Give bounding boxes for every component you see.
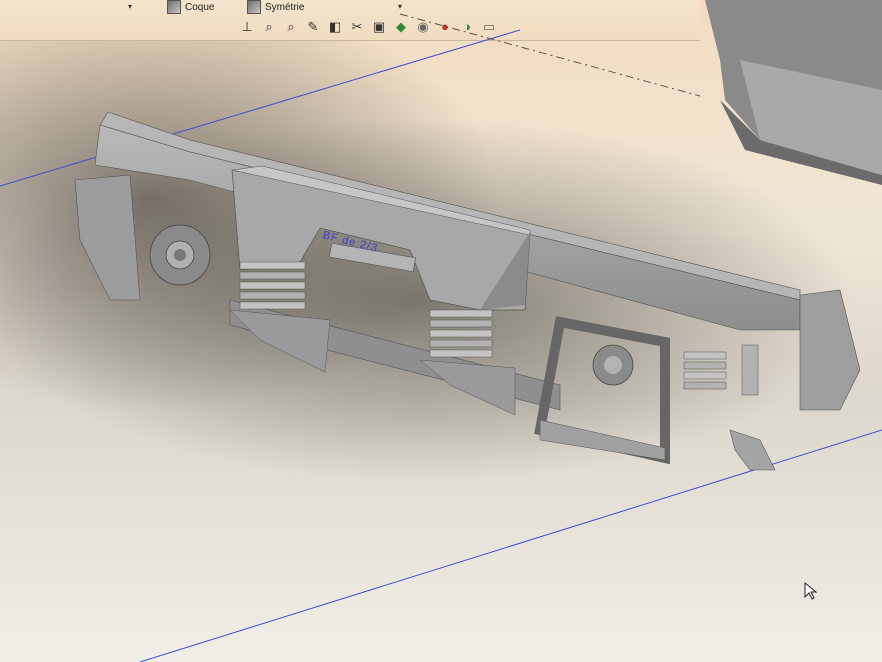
left-spring <box>239 261 306 310</box>
bogie-3d-model[interactable] <box>0 0 882 662</box>
mouse-cursor-icon <box>804 582 818 600</box>
bogie-frame <box>74 111 861 471</box>
top-right-assembly <box>705 0 882 185</box>
centerline <box>399 13 701 97</box>
center-spring <box>429 309 493 358</box>
right-spring <box>683 351 727 390</box>
3d-viewport[interactable]: ▾ Coque Symétrie ▾ ⊥ ⌕ ⌕ ✎ ◧ ✂ ▣ ◆ ◉ ● ◑… <box>0 0 882 662</box>
